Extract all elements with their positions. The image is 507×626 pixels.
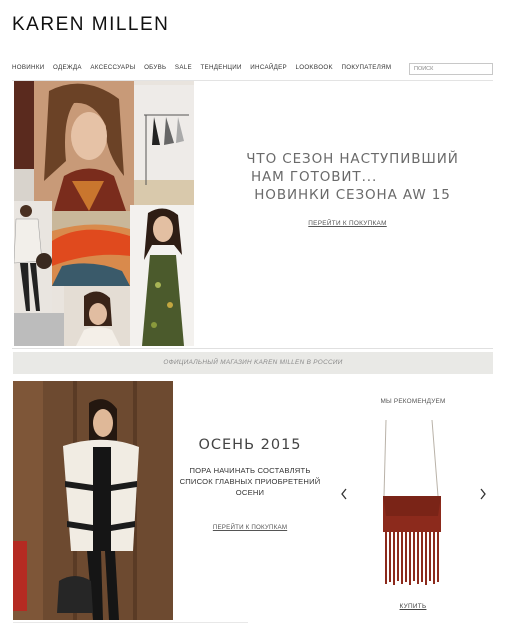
collage-tile [14, 81, 34, 169]
footer-divider [13, 622, 248, 623]
collage-portrait-small [64, 286, 130, 346]
autumn-shop-link[interactable]: ПЕРЕЙТИ К ПОКУПКАМ [200, 524, 300, 531]
collage-portrait [34, 81, 134, 211]
hero-line-3: НОВИНКИ СЕЗОНА AW 15 [254, 187, 451, 203]
main-nav: НОВИНКИ ОДЕЖДА АКСЕССУАРЫ ОБУВЬ SALE ТЕН… [12, 64, 400, 71]
hero-headline: ЧТО СЕЗОН НАСТУПИВШИЙ НАМ ГОТОВИТ... НОВ… [215, 150, 490, 204]
nav-item-clothing[interactable]: ОДЕЖДА [53, 64, 82, 71]
chevron-right-icon[interactable] [478, 486, 488, 502]
nav-item-shoes[interactable]: ОБУВЬ [144, 64, 166, 71]
nav-item-customers[interactable]: ПОКУПАТЕЛЯМ [341, 64, 391, 71]
autumn-title: ОСЕНЬ 2015 [198, 437, 302, 453]
nav-item-sale[interactable]: SALE [175, 64, 192, 71]
nav-item-lookbook[interactable]: LOOKBOOK [295, 64, 332, 71]
nav-item-insider[interactable]: ИНСАЙДЕР [250, 64, 287, 71]
nav-item-accessories[interactable]: АКСЕССУАРЫ [90, 64, 135, 71]
collage-model-dress [130, 205, 194, 346]
official-store-banner: ОФИЦИАЛЬНЫЙ МАГАЗИН KAREN MILLEN В РОССИ… [13, 352, 493, 374]
product-bag-image[interactable] [376, 418, 446, 590]
autumn-model-photo[interactable] [13, 381, 173, 620]
search-input[interactable]: ПОИСК [409, 63, 493, 75]
recommend-title: МЫ РЕКОМЕНДУЕМ [380, 398, 446, 405]
hero-shop-link[interactable]: ПЕРЕЙТИ К ПОКУПКАМ [290, 220, 405, 227]
collage-figure [14, 201, 52, 313]
chevron-left-icon[interactable] [339, 486, 349, 502]
buy-link[interactable]: КУПИТЬ [387, 603, 439, 610]
collage-painting [52, 211, 130, 286]
collage-tile [14, 313, 64, 346]
collage-rack [134, 85, 194, 205]
nav-item-trends[interactable]: ТЕНДЕНЦИИ [200, 64, 241, 71]
brand-logo[interactable]: KAREN MILLEN [12, 14, 169, 36]
hero-line-1: ЧТО СЕЗОН НАСТУПИВШИЙ [246, 151, 459, 167]
section-divider [12, 348, 493, 349]
hero-collage-image[interactable] [14, 81, 194, 346]
hero-line-2: НАМ ГОТОВИТ... [251, 169, 378, 185]
nav-item-new[interactable]: НОВИНКИ [12, 64, 44, 71]
autumn-description: ПОРА НАЧИНАТЬ СОСТАВЛЯТЬ СПИСОК ГЛАВНЫХ … [179, 466, 321, 497]
